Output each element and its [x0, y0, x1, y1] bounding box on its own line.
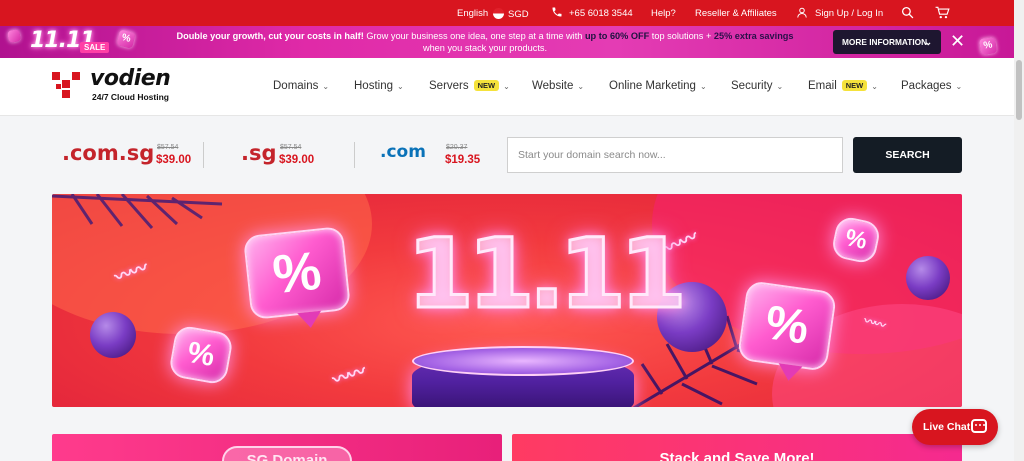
cart-icon[interactable] [935, 6, 950, 19]
percent-bubble-icon: % [116, 29, 136, 49]
reseller-link[interactable]: Reseller & Affiliates [695, 8, 777, 19]
currency-selector[interactable]: SGD [493, 8, 529, 20]
percent-symbol: % [842, 224, 870, 255]
stack-save-title: Stack and Save More! [659, 450, 815, 461]
nav-hosting-label: Hosting [354, 80, 393, 92]
chevron-down-icon: ⌄ [871, 82, 878, 91]
promo-highlight-discount: up to 60% OFF [584, 31, 650, 41]
brand-tagline: 24/7 Cloud Hosting [92, 92, 169, 102]
podium-top-decoration [412, 346, 634, 376]
confetti-decoration [6, 28, 22, 44]
page-scrollbar[interactable] [1014, 0, 1024, 461]
singapore-flag-icon [493, 8, 504, 19]
promo-highlight-savings: 25% extra savings [713, 31, 794, 41]
purple-sphere-decoration [90, 312, 136, 358]
nav-online-marketing[interactable]: Online Marketing ⌄ [609, 80, 707, 92]
percent-symbol: % [762, 296, 812, 355]
divider [203, 142, 204, 168]
nav-servers[interactable]: Servers NEW ⌄ [429, 80, 510, 92]
phone-number[interactable]: +65 6018 3544 [569, 8, 633, 19]
chevron-down-icon: ⌄ [776, 82, 784, 91]
domain-ext-comsg: .com.sg [62, 141, 155, 165]
domain-search-input[interactable] [507, 137, 843, 173]
old-price-com: $20.37 [446, 144, 468, 151]
promo-message: Double your growth, cut your costs in ha… [165, 30, 805, 54]
domain-ext-sg: .sg [241, 141, 277, 165]
nav-packages[interactable]: Packages ⌄ [901, 80, 962, 92]
chevron-down-icon: ⌄ [955, 82, 963, 91]
live-chat-label: Live Chat [923, 421, 971, 433]
nav-hosting[interactable]: Hosting ⌄ [354, 80, 404, 92]
promo-card-sg-domain[interactable]: SG Domain [52, 434, 502, 461]
price-comsg: $39.00 [156, 154, 192, 166]
old-price-sg: $57.54 [280, 144, 302, 151]
nav-security[interactable]: Security ⌄ [731, 80, 783, 92]
close-icon[interactable]: ✕ [950, 32, 965, 50]
nav-online-marketing-label: Online Marketing [609, 80, 696, 92]
nav-security-label: Security [731, 80, 773, 92]
percent-bubble-large: % [242, 226, 352, 330]
search-button[interactable]: SEARCH [853, 137, 962, 173]
language-label: English [457, 8, 489, 19]
percent-symbol: % [269, 240, 325, 306]
new-badge: NEW [841, 80, 868, 91]
hero-banner[interactable]: % % % % 〰〰 〰〰 〰〰 〰〰 11.11 [52, 194, 962, 407]
nav-packages-label: Packages [901, 80, 952, 92]
phone-icon [552, 7, 562, 17]
chevron-down-icon: ⌄ [397, 82, 404, 91]
percent-symbol: % [185, 335, 218, 374]
search-icon[interactable] [901, 6, 914, 19]
scrollbar-thumb[interactable] [1016, 60, 1022, 120]
vodien-logo-icon[interactable] [52, 72, 80, 98]
site-header: vodien 24/7 Cloud Hosting Domains ⌄ Hosti… [0, 58, 1024, 116]
promo-body-3: when you stack your products. [422, 43, 548, 53]
price-com: $19.35 [445, 154, 481, 166]
nav-domains[interactable]: Domains ⌄ [273, 80, 329, 92]
chevron-down-icon: ⌄ [322, 82, 330, 91]
price-sg: $39.00 [279, 154, 315, 166]
nav-website[interactable]: Website ⌄ [532, 80, 584, 92]
chevron-down-icon: ⌄ [699, 82, 707, 91]
nav-domains-label: Domains [273, 80, 319, 92]
percent-bubble-large: % [736, 280, 838, 383]
sg-domain-pill: SG Domain [222, 446, 352, 461]
more-information-button[interactable]: MORE INFORMATION ⌄ [833, 30, 941, 54]
promo-card-stack-save[interactable]: Stack and Save More! [512, 434, 962, 461]
promo-sale-badge: SALE [80, 42, 110, 53]
hero-1111-headline: 11.11 [406, 218, 689, 331]
chevron-down-icon: ⌄ [577, 82, 585, 91]
help-link[interactable]: Help? [651, 8, 676, 19]
live-chat-button[interactable]: Live Chat [912, 409, 998, 445]
old-price-comsg: $57.54 [157, 144, 179, 151]
currency-label: SGD [508, 9, 529, 20]
percent-bubble-small: % [167, 324, 235, 386]
chevron-down-icon: ⌄ [503, 82, 510, 91]
more-information-label: MORE INFORMATION [842, 37, 928, 47]
nav-email-label: Email [808, 80, 837, 92]
palm-leaf-decoration [52, 194, 223, 229]
nav-email[interactable]: Email NEW ⌄ [808, 80, 878, 92]
chat-bubble-icon [971, 419, 987, 433]
signup-login-link[interactable]: Sign Up / Log In [815, 8, 883, 19]
brand-name[interactable]: vodien [90, 66, 171, 91]
language-selector[interactable]: English [457, 8, 488, 19]
nav-website-label: Website [532, 80, 574, 92]
percent-bubble-icon-right: % [978, 36, 998, 56]
promo-headline: Double your growth, cut your costs in ha… [176, 31, 364, 41]
chevron-down-icon: ⌄ [924, 37, 932, 47]
squiggle-decoration: 〰〰 [330, 361, 367, 391]
promo-banner: 11.11 SALE % Double your growth, cut you… [0, 26, 1024, 58]
purple-sphere-decoration [906, 256, 950, 300]
top-bar: English SGD +65 6018 3544 Help? Reseller… [0, 0, 1024, 26]
promo-body: Grow your business one idea, one step at… [363, 31, 585, 41]
promo-body-2: top solutions + [649, 31, 714, 41]
nav-servers-label: Servers [429, 80, 469, 92]
user-icon [797, 7, 807, 18]
divider [354, 142, 355, 168]
domain-ext-com: .com [380, 142, 426, 162]
new-badge: NEW [473, 80, 500, 91]
